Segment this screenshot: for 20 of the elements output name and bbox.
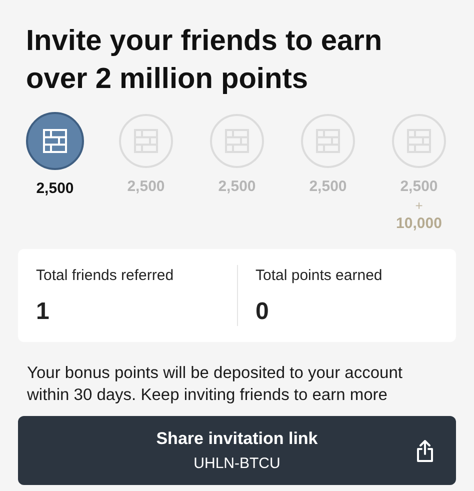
bonus-points: 10,000 — [396, 214, 442, 234]
milestone-points: 2,500 — [400, 177, 438, 197]
brick-wall-icon — [42, 128, 68, 154]
brick-wall-icon — [133, 128, 159, 154]
milestone-points: 2,500 — [218, 177, 256, 197]
page-title: Invite your friends to earn over 2 million points — [25, 24, 384, 97]
brick-wall-icon — [224, 128, 250, 154]
share-icon — [416, 440, 434, 462]
milestone-points: 2,500 — [309, 177, 347, 197]
share-invitation-button[interactable]: Share invitation link UHLN-BTCU — [18, 416, 456, 485]
plus-sign: + — [415, 198, 423, 212]
milestone-points: 2,500 — [36, 179, 74, 199]
milestone-points: 2,500 — [127, 177, 165, 197]
brick-wall-icon — [315, 128, 341, 154]
stat-label: Total points earned — [256, 266, 384, 286]
stat-value: 0 — [256, 296, 270, 326]
brick-wall-icon — [406, 128, 432, 154]
stat-label: Total friends referred — [36, 266, 175, 286]
stat-value: 1 — [36, 296, 50, 326]
bonus-note: Your bonus points will be deposited to your account within 30 days. Keep inviting friends to earn more — [26, 363, 404, 406]
